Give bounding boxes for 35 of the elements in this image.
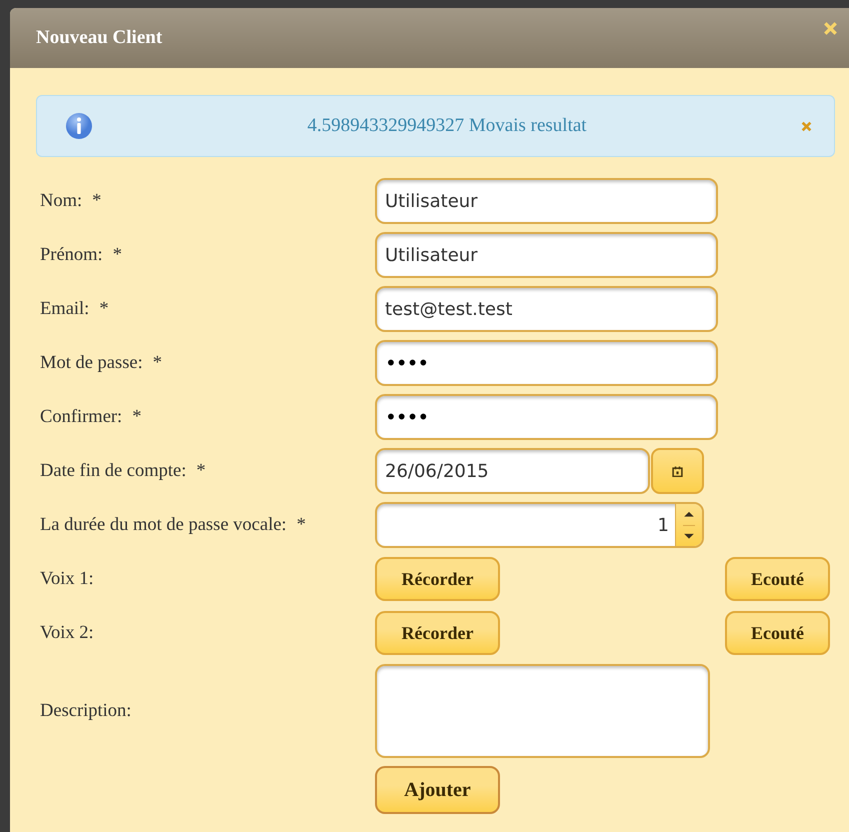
text-field[interactable]: Utilisateur [375, 178, 718, 224]
text-field[interactable]: test@test.test [375, 286, 718, 332]
required-mark: * [99, 299, 109, 320]
password-field[interactable]: •••• [375, 340, 718, 386]
field-label: Voix 2: [40, 623, 94, 644]
field-label: Confirmer: [40, 407, 122, 428]
field-label: Prénom: [40, 245, 103, 266]
add-button[interactable]: Ajouter [375, 766, 500, 814]
description-field[interactable] [375, 664, 710, 758]
number-spinner[interactable]: 1 [375, 502, 704, 548]
calendar-icon [672, 466, 683, 476]
required-mark: * [112, 245, 122, 266]
field-label: Date fin de compte: [40, 461, 186, 482]
record-button[interactable]: Récorder [375, 557, 500, 601]
required-mark: * [132, 407, 142, 428]
required-mark: * [196, 461, 206, 482]
required-mark: * [296, 515, 306, 536]
text-field[interactable]: Utilisateur [375, 232, 718, 278]
password-field[interactable]: •••• [375, 394, 718, 440]
field-label: Nom: [40, 191, 82, 212]
date-field[interactable]: 26/06/2015 [375, 448, 650, 494]
required-mark: * [92, 191, 102, 212]
listen-button[interactable]: Ecouté [725, 611, 830, 655]
field-label: Email: [40, 299, 90, 320]
required-mark: * [152, 353, 162, 374]
info-message: 4.598943329949327 Movais resultat [306, 115, 588, 137]
field-label: Voix 1: [40, 569, 94, 590]
listen-button[interactable]: Ecouté [725, 557, 830, 601]
window-title: Nouveau Client [36, 27, 162, 49]
calendar-button[interactable] [651, 448, 704, 494]
field-label: Description: [40, 700, 132, 722]
field-label: La durée du mot de passe vocale: [40, 515, 287, 536]
record-button[interactable]: Récorder [375, 611, 500, 655]
info-icon [65, 112, 93, 140]
field-label: Mot de passe: [40, 353, 143, 374]
